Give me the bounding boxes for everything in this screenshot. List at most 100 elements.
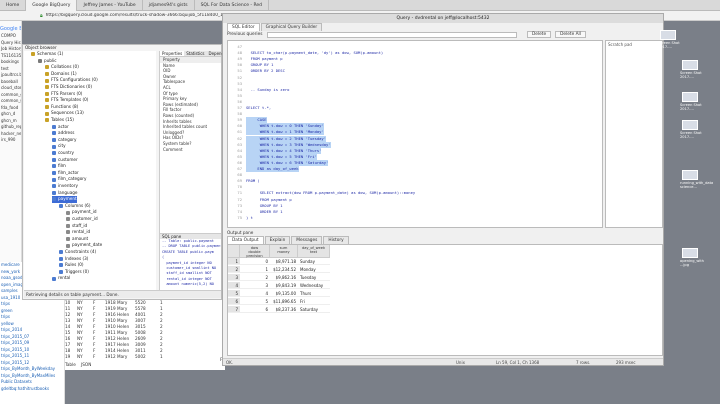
tree-node[interactable]: Columns (6) xyxy=(59,203,90,210)
tree-node[interactable]: film_category xyxy=(52,176,86,183)
tree-node[interactable]: actor xyxy=(52,124,69,131)
tree-node[interactable]: category xyxy=(52,137,77,144)
tree-node[interactable]: address xyxy=(52,130,74,137)
screenshot-file-icon[interactable] xyxy=(682,120,698,130)
column-header[interactable]: dow double precision xyxy=(240,245,270,258)
result-cell[interactable]: $9,843.19 xyxy=(270,282,298,289)
editor-line: 74 ORDER BY 1 xyxy=(228,209,602,215)
tab-data-output[interactable]: Data Output xyxy=(227,236,264,244)
tree-node[interactable]: FTS Parsers (0) xyxy=(45,91,82,98)
column-header[interactable]: sum money xyxy=(270,245,298,258)
tree-node[interactable]: Domains (1) xyxy=(45,71,77,78)
tab-history[interactable]: History xyxy=(323,236,349,244)
tree-node[interactable]: Collations (0) xyxy=(45,64,79,71)
result-cell[interactable]: Fri xyxy=(298,298,330,305)
tree-node[interactable]: rental_id xyxy=(66,229,90,236)
delete-button[interactable]: Delete xyxy=(527,31,552,38)
tree-node[interactable]: customer_id xyxy=(66,216,98,223)
browser-tab-bigquery[interactable]: Google BigQuery xyxy=(26,0,78,11)
editor-line: 48 SELECT to_char(p.payment_date, 'dy') … xyxy=(228,50,602,56)
tree-node[interactable]: film xyxy=(52,163,66,170)
dataset-item[interactable]: common_u xyxy=(0,98,21,105)
result-cell[interactable]: $9,862.16 xyxy=(270,274,298,281)
dataset-item[interactable]: github_rep xyxy=(0,124,21,131)
tree-node[interactable]: amount xyxy=(66,236,88,243)
tree-node[interactable]: Sequences (13) xyxy=(45,110,84,117)
tree-node[interactable]: Rules (0) xyxy=(59,262,84,269)
json-view-tab[interactable]: JSON xyxy=(81,362,91,367)
result-cell[interactable]: $9,135.00 xyxy=(270,290,298,297)
tree-node[interactable]: FTS Dictionaries (0) xyxy=(45,84,92,91)
column-header[interactable]: day_of_week text xyxy=(298,245,330,258)
result-cell[interactable]: $12,234.52 xyxy=(270,266,298,273)
result-cell[interactable]: Wednesday xyxy=(298,282,330,289)
browser-tab-youtube[interactable]: Jeffrey James - YouTube xyxy=(77,0,143,11)
tree-node[interactable]: FTS Configurations (0) xyxy=(45,77,98,84)
tree-node[interactable]: Constraints (4) xyxy=(59,249,96,256)
result-cell[interactable]: Saturday xyxy=(298,306,330,313)
screenshot-file-icon[interactable] xyxy=(660,30,676,40)
result-cell[interactable]: Thurs xyxy=(298,290,330,297)
result-cell[interactable]: 6 xyxy=(240,306,270,313)
tree-node[interactable]: rental xyxy=(52,275,70,282)
result-cell[interactable]: 5 xyxy=(240,298,270,305)
result-cell[interactable]: Sunday xyxy=(298,258,330,265)
browser-tab-gists[interactable]: jdjames94's gists xyxy=(143,0,195,11)
tree-node[interactable]: language xyxy=(52,190,78,197)
result-cell[interactable]: 3 xyxy=(240,282,270,289)
dataset-item[interactable]: jpaultrcs.bigquery-publi xyxy=(0,72,21,79)
dataset-item[interactable]: trips_ByMonth_ByWeekday xyxy=(0,366,64,373)
table-cell: 1912 xyxy=(105,354,116,359)
file-label-line: ...jpg xyxy=(680,263,689,267)
screenshot-file-icon[interactable] xyxy=(682,60,698,70)
screenshot-file-icon[interactable] xyxy=(682,248,698,258)
screenshot-file-icon[interactable] xyxy=(682,170,698,180)
tree-node[interactable]: FTS Templates (0) xyxy=(45,97,88,104)
tree-node[interactable]: inventory xyxy=(52,183,78,190)
tab-properties[interactable]: Properties xyxy=(160,51,185,56)
tab-explain[interactable]: Explain xyxy=(264,236,291,244)
tree-node[interactable]: payment xyxy=(52,196,77,203)
browser-tab-home[interactable]: Home xyxy=(0,0,27,11)
tree-node[interactable]: Schemas (1) xyxy=(31,51,63,58)
column-header[interactable] xyxy=(228,245,240,258)
result-cell[interactable]: $11,896.65 xyxy=(270,298,298,305)
delete-all-button[interactable]: Delete All xyxy=(555,31,586,38)
dataset-item[interactable]: cloud_stor xyxy=(0,85,21,92)
tree-node[interactable]: country xyxy=(52,150,74,157)
result-cell[interactable]: $8,237.36 xyxy=(270,306,298,313)
tree-node[interactable]: payment_id xyxy=(66,209,97,216)
tab-sql-editor[interactable]: SQL Editor xyxy=(227,23,260,31)
dataset-item[interactable]: Job History xyxy=(0,46,21,53)
tree-node[interactable]: city xyxy=(52,143,66,150)
result-cell[interactable]: $8,971.18 xyxy=(270,258,298,265)
tab-statistics[interactable]: Statistics xyxy=(184,51,206,56)
result-cell[interactable]: 2 xyxy=(240,274,270,281)
tree-node[interactable]: public xyxy=(38,58,57,65)
tab-graphical-query-builder[interactable]: Graphical Query Builder xyxy=(260,23,323,31)
result-cell[interactable]: Monday xyxy=(298,266,330,273)
tree-node[interactable]: payment_date xyxy=(66,242,102,249)
tree-node[interactable]: customer xyxy=(52,157,78,164)
tree-node[interactable]: film_actor xyxy=(52,170,79,177)
result-cell[interactable]: 4 xyxy=(240,290,270,297)
tab-messages[interactable]: Messages xyxy=(291,236,323,244)
browser-tab-sql-course[interactable]: SQL For Data Science - Red xyxy=(195,0,270,11)
dataset-item[interactable]: bookings xyxy=(0,59,21,66)
result-cell[interactable]: 1 xyxy=(240,266,270,273)
tree-node[interactable]: staff_id xyxy=(66,223,87,230)
result-cell[interactable]: 0 xyxy=(240,258,270,265)
table-view-tab[interactable]: Table xyxy=(65,362,76,367)
output-tabs: Data Output Explain Messages History xyxy=(227,236,350,244)
tab-label: jdjames94's gists xyxy=(148,2,188,8)
dataset-item[interactable]: irs_990 xyxy=(0,137,21,144)
previous-queries-select[interactable] xyxy=(267,31,517,38)
dataset-item[interactable]: gdeltbq:hathitrustbooks xyxy=(0,386,64,393)
screenshot-file-icon[interactable] xyxy=(682,92,698,102)
tree-node[interactable]: Indexes (3) xyxy=(59,256,88,263)
tree-node[interactable]: Functions (8) xyxy=(45,104,78,111)
tree-node[interactable]: Tables (15) xyxy=(45,117,74,124)
sql-editor[interactable]: 47 48 SELECT to_char(p.payment_date, 'dy'… xyxy=(227,40,603,228)
tree-node[interactable]: Triggers (0) xyxy=(59,269,89,276)
result-cell[interactable]: Tuesday xyxy=(298,274,330,281)
